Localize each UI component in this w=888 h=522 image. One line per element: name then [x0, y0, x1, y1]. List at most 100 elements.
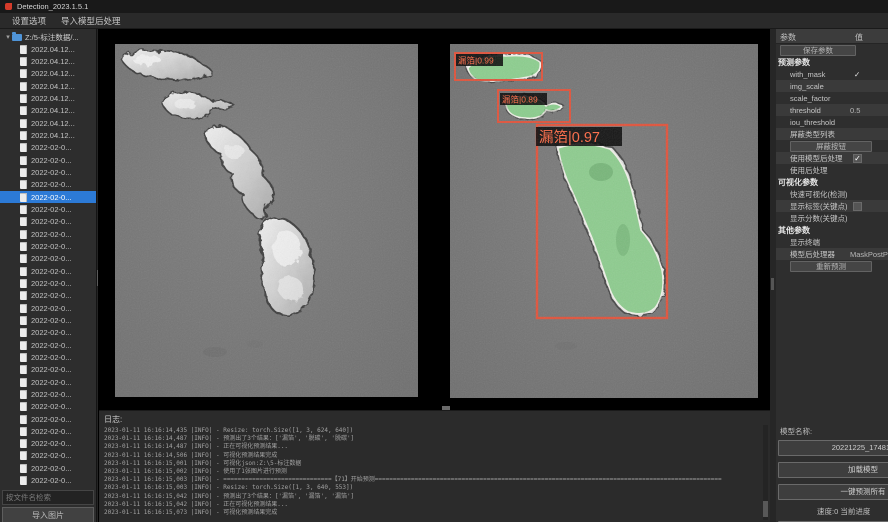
tree-item[interactable]: 2022-02-0... — [0, 240, 96, 252]
predict-all-button[interactable]: 一键预测所有 — [778, 484, 888, 500]
file-icon — [20, 464, 27, 473]
tree-item[interactable]: 2022-02-0... — [0, 376, 96, 388]
chevron-down-icon[interactable]: ▾ — [4, 33, 12, 41]
prediction-image-canvas[interactable]: 漏箔|0.99 漏箔|0.89 漏箔|0.97 — [450, 44, 758, 398]
tree-item[interactable]: 2022-02-0... — [0, 314, 96, 326]
log-line: 2023-01-11 16:16:14,487 |INFO| - 正在可视化预测… — [104, 443, 770, 451]
param-row[interactable]: 使用模型后处理✓ — [776, 152, 888, 164]
param-table-header: 参数 值 — [776, 29, 888, 44]
tree-item[interactable]: 2022-02-0... — [0, 339, 96, 351]
param-label: 显示标签(关键点) — [790, 201, 848, 212]
tree-item[interactable]: 2022-02-0... — [0, 450, 96, 462]
tree-item[interactable]: 2022-02-0... — [0, 474, 96, 486]
import-images-button[interactable]: 导入图片 — [2, 507, 94, 522]
tree-item-label: 2022-02-0... — [31, 415, 71, 424]
param-label: 显示分数(关键点) — [790, 213, 848, 224]
tree-item-label: 2022.04.12... — [31, 119, 75, 128]
param-row[interactable]: img_scale — [776, 80, 888, 92]
log-scrollbar[interactable] — [763, 425, 768, 520]
tree-item-label: 2022-02-0... — [31, 390, 71, 399]
file-icon — [20, 427, 27, 436]
tree-item[interactable]: 2022-02-0... — [0, 277, 96, 289]
tree-item[interactable]: 2022-02-0... — [0, 265, 96, 277]
tree-item[interactable]: 2022-02-0... — [0, 327, 96, 339]
checkbox-checked[interactable]: ✓ — [853, 154, 862, 163]
tree-item[interactable]: 2022.04.12... — [0, 68, 96, 80]
log-scrollbar-thumb[interactable] — [763, 501, 768, 517]
menu-item-settings[interactable]: 设置选项 — [9, 14, 49, 28]
tree-item-label: 2022-02-0... — [31, 328, 71, 337]
tree-item[interactable]: 2022-02-0... — [0, 253, 96, 265]
tree-item[interactable]: 2022-02-0... — [0, 413, 96, 425]
tree-item[interactable]: 2022-02-0... — [0, 401, 96, 413]
model-name-label: 模型名称: — [780, 426, 888, 437]
param-row[interactable]: 显示终端 — [776, 236, 888, 248]
tree-item[interactable]: 2022-02-0... — [0, 228, 96, 240]
checkbox-unchecked[interactable] — [853, 202, 862, 211]
param-row[interactable]: 显示分数(关键点) — [776, 212, 888, 224]
file-icon — [20, 304, 27, 313]
file-icon — [20, 402, 27, 411]
file-icon — [20, 291, 27, 300]
tree-item[interactable]: 2022-02-0... — [0, 425, 96, 437]
file-icon — [20, 365, 27, 374]
menu-bar: 设置选项 导入模型后处理 — [0, 13, 888, 29]
tree-item[interactable]: 2022.04.12... — [0, 55, 96, 67]
tree-item[interactable]: 2022.04.12... — [0, 80, 96, 92]
tree-item-label: 2022-02-0... — [31, 427, 71, 436]
param-row[interactable]: 显示标签(关键点) — [776, 200, 888, 212]
tree-item-label: 2022-02-0... — [31, 279, 71, 288]
tree-item[interactable]: 2022-02-0... — [0, 302, 96, 314]
param-button[interactable]: 屏蔽按钮 — [790, 141, 872, 152]
param-button[interactable]: 保存参数 — [780, 45, 856, 56]
tree-item[interactable]: 2022-02-0... — [0, 191, 96, 203]
param-row[interactable]: with_mask✓ — [776, 68, 888, 80]
param-section-header: 其他参数 — [776, 224, 888, 236]
log-line: 2023-01-11 16:16:15,003 |INFO| - Resize:… — [104, 484, 770, 492]
tree-item[interactable]: 2022.04.12... — [0, 117, 96, 129]
file-icon — [20, 439, 27, 448]
tree-item[interactable]: 2022.04.12... — [0, 129, 96, 141]
file-icon — [20, 82, 27, 91]
param-row[interactable]: threshold0.5 — [776, 104, 888, 116]
tree-item[interactable]: 2022.04.12... — [0, 43, 96, 55]
param-button[interactable]: 重新预测 — [790, 261, 872, 272]
tree-item-label: 2022-02-0... — [31, 353, 71, 362]
panel-splitter-thumb[interactable] — [771, 278, 774, 290]
tree-item[interactable]: 2022.04.12... — [0, 92, 96, 104]
tree-item[interactable]: 2022.04.12... — [0, 105, 96, 117]
tree-item[interactable]: 2022-02-0... — [0, 216, 96, 228]
param-row[interactable]: scale_factor — [776, 92, 888, 104]
tree-item[interactable]: 2022-02-0... — [0, 388, 96, 400]
param-row[interactable]: 快速可视化(检测) — [776, 188, 888, 200]
param-row[interactable]: 模型后处理器MaskPostPro — [776, 248, 888, 260]
tree-root[interactable]: ▾ Z:/5-标注数据/... — [0, 31, 96, 43]
model-name-field[interactable]: 20221225_174813 — [778, 440, 888, 456]
param-row[interactable]: 屏蔽类型列表 — [776, 128, 888, 140]
tree-item[interactable]: 2022-02-0... — [0, 290, 96, 302]
tree-item[interactable]: 2022-02-0... — [0, 364, 96, 376]
file-icon — [20, 415, 27, 424]
menu-item-import-postprocess[interactable]: 导入模型后处理 — [58, 14, 124, 28]
speed-progress-text: 速度:0 当前进度 — [817, 506, 888, 517]
param-row[interactable]: 使用后处理 — [776, 164, 888, 176]
param-row[interactable]: iou_threshold — [776, 116, 888, 128]
file-icon — [20, 119, 27, 128]
tree-item[interactable]: 2022-02-0... — [0, 462, 96, 474]
tree-item-label: 2022-02-0... — [31, 451, 71, 460]
tree-item[interactable]: 2022-02-0... — [0, 154, 96, 166]
file-icon — [20, 279, 27, 288]
tree-item[interactable]: 2022-02-0... — [0, 438, 96, 450]
tree-item[interactable]: 2022-02-0... — [0, 166, 96, 178]
file-icon — [20, 156, 27, 165]
original-image-canvas[interactable] — [115, 44, 418, 397]
tree-item[interactable]: 2022-02-0... — [0, 351, 96, 363]
file-icon — [20, 378, 27, 387]
tree-item[interactable]: 2022-02-0... — [0, 203, 96, 215]
load-model-button[interactable]: 加载模型 — [778, 462, 888, 478]
value-column-header: 值 — [855, 32, 863, 43]
tree-item[interactable]: 2022-02-0... — [0, 142, 96, 154]
tree-item[interactable]: 2022-02-0... — [0, 179, 96, 191]
param-value: 0.5 — [850, 106, 860, 115]
search-input[interactable] — [2, 490, 94, 505]
